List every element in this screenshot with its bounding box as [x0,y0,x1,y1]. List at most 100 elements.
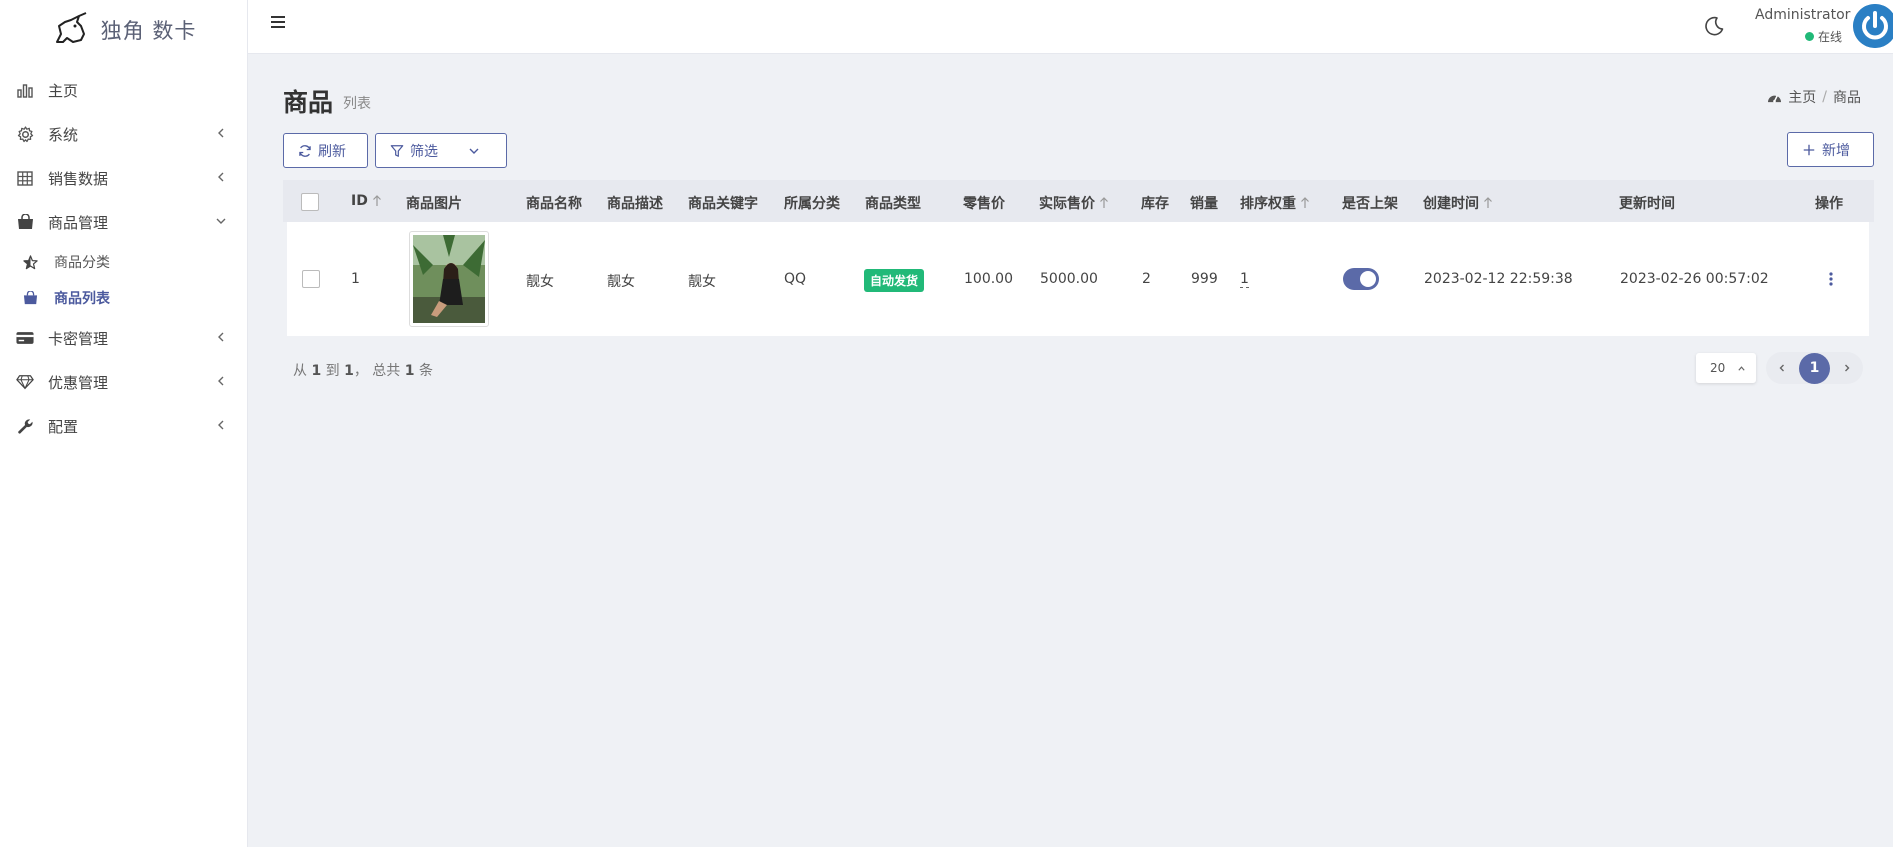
sidebar-item-product-management[interactable]: 商品管理 [0,200,247,244]
sort-weight-editable[interactable]: 1 [1240,271,1249,288]
chevron-left-icon [218,332,224,342]
sidebar-item-system[interactable]: 系统 [0,112,247,156]
product-table: ID 商品图片 商品名称 商品描述 商品关键字 所属分类 商品类型 零售价 实际… [283,180,1874,336]
cell-created-at: 2023-02-12 22:59:38 [1424,271,1573,287]
column-header-category: 所属分类 [784,193,840,213]
column-header-created-at[interactable]: 创建时间 [1423,193,1493,213]
column-header-label: 排序权重 [1240,196,1296,212]
brand[interactable]: 独角 数卡 [0,0,247,60]
cell-actual-price: 5000.00 [1040,271,1098,287]
column-header-stock: 库存 [1141,193,1169,213]
prev-page-button[interactable] [1772,358,1792,378]
unicorn-logo-icon [55,12,87,43]
more-actions-icon[interactable] [1828,271,1834,287]
chevron-right-icon [1845,364,1850,372]
column-header-label: 销量 [1190,196,1218,212]
column-header-actions: 操作 [1815,193,1843,213]
breadcrumb: 主页 / 商品 [1767,87,1861,107]
refresh-icon [299,144,311,157]
cell-sales: 999 [1191,271,1218,287]
per-page-select[interactable]: 20 [1696,353,1756,383]
sidebar-nav: 主页 系统 销售数据 商品管理 商品分类 商品列表 卡密管理 优惠管理 配置 [0,68,247,448]
chevron-down-icon [216,218,226,224]
filter-button-label: 筛选 [410,143,438,160]
chevron-left-icon [1779,364,1784,372]
cell-category: QQ [784,271,807,287]
column-header-label: 零售价 [963,196,1005,212]
sidebar-item-discount-management[interactable]: 优惠管理 [0,360,247,404]
sidebar-item-card-management[interactable]: 卡密管理 [0,316,247,360]
column-header-label: 更新时间 [1619,196,1675,212]
table-summary: 从 1 到 1， 总共 1 条 [293,360,433,380]
select-all-checkbox[interactable] [301,193,319,211]
shopping-bag-icon [16,213,34,231]
column-header-sort-weight[interactable]: 排序权重 [1240,193,1310,213]
cell-id: 1 [351,271,360,287]
summary-from: 1 [311,363,322,379]
refresh-button-label: 刷新 [318,143,346,160]
credit-card-icon [16,329,34,347]
column-header-actual-price[interactable]: 实际售价 [1039,193,1109,213]
column-header-label: 操作 [1815,196,1843,212]
column-header-label: 是否上架 [1342,196,1398,212]
column-header-name: 商品名称 [526,193,582,213]
page-number-current[interactable]: 1 [1799,352,1830,384]
page-title: 商品 [283,88,334,117]
chevron-left-icon [218,128,224,138]
add-button-label: 新增 [1822,142,1850,159]
table-icon [16,169,34,187]
sidebar-item-label: 卡密管理 [48,329,109,348]
column-header-id[interactable]: ID [351,193,382,209]
column-header-sales: 销量 [1190,193,1218,213]
sort-arrow-icon[interactable] [372,195,382,207]
sidebar-item-label: 销售数据 [48,169,109,188]
sidebar-subitem-product-list[interactable]: 商品列表 [0,280,247,316]
gear-icon [16,125,34,143]
sidebar-item-label: 配置 [48,417,79,436]
next-page-button[interactable] [1837,358,1857,378]
sidebar-item-home[interactable]: 主页 [0,68,247,112]
avatar[interactable] [1853,4,1893,48]
column-header-type: 商品类型 [865,193,921,213]
shopping-bag-icon [22,290,38,306]
cell-name: 靓女 [526,274,554,290]
hamburger-menu-icon[interactable] [268,12,288,32]
product-image[interactable] [409,231,489,327]
row-checkbox[interactable] [302,270,320,288]
chevron-left-icon [218,420,224,430]
column-header-retail-price: 零售价 [963,193,1005,213]
chevron-down-icon [469,148,479,154]
sidebar-item-config[interactable]: 配置 [0,404,247,448]
pagination: 1 [1766,352,1863,384]
sidebar: 独角 数卡 主页 系统 销售数据 商品管理 商品分类 商品列表 卡密管理 优惠管… [0,0,248,847]
top-header: Administrator 在线 [248,0,1893,54]
column-header-label: 商品关键字 [688,196,758,212]
refresh-button[interactable]: 刷新 [283,133,368,168]
filter-icon [390,144,404,157]
summary-total: 1 [404,363,415,379]
sort-arrow-icon[interactable] [1099,197,1109,209]
moon-icon[interactable] [1703,15,1725,37]
wrench-icon [16,417,34,435]
sidebar-item-label: 系统 [48,125,79,144]
filter-button[interactable]: 筛选 [375,133,507,168]
column-header-label: 商品类型 [865,196,921,212]
sort-arrow-icon[interactable] [1483,197,1493,209]
chevron-up-icon [1738,365,1745,371]
user-name[interactable]: Administrator [1755,7,1850,23]
diamond-icon [16,373,34,391]
column-header-keywords: 商品关键字 [688,193,758,213]
sidebar-item-label: 优惠管理 [48,373,109,392]
add-button[interactable]: 新增 [1787,132,1874,167]
toggle-knob [1360,271,1376,287]
sidebar-item-sales-data[interactable]: 销售数据 [0,156,247,200]
sidebar-subitem-product-category[interactable]: 商品分类 [0,244,247,280]
cell-retail-price: 100.00 [964,271,1013,287]
breadcrumb-home[interactable]: 主页 [1788,87,1816,107]
on-sale-toggle[interactable] [1343,268,1379,290]
cell-updated-at: 2023-02-26 00:57:02 [1620,271,1769,287]
chevron-left-icon [218,376,224,386]
sort-arrow-icon[interactable] [1300,197,1310,209]
brand-name: 独角 数卡 [100,19,197,43]
column-header-description: 商品描述 [607,193,663,213]
